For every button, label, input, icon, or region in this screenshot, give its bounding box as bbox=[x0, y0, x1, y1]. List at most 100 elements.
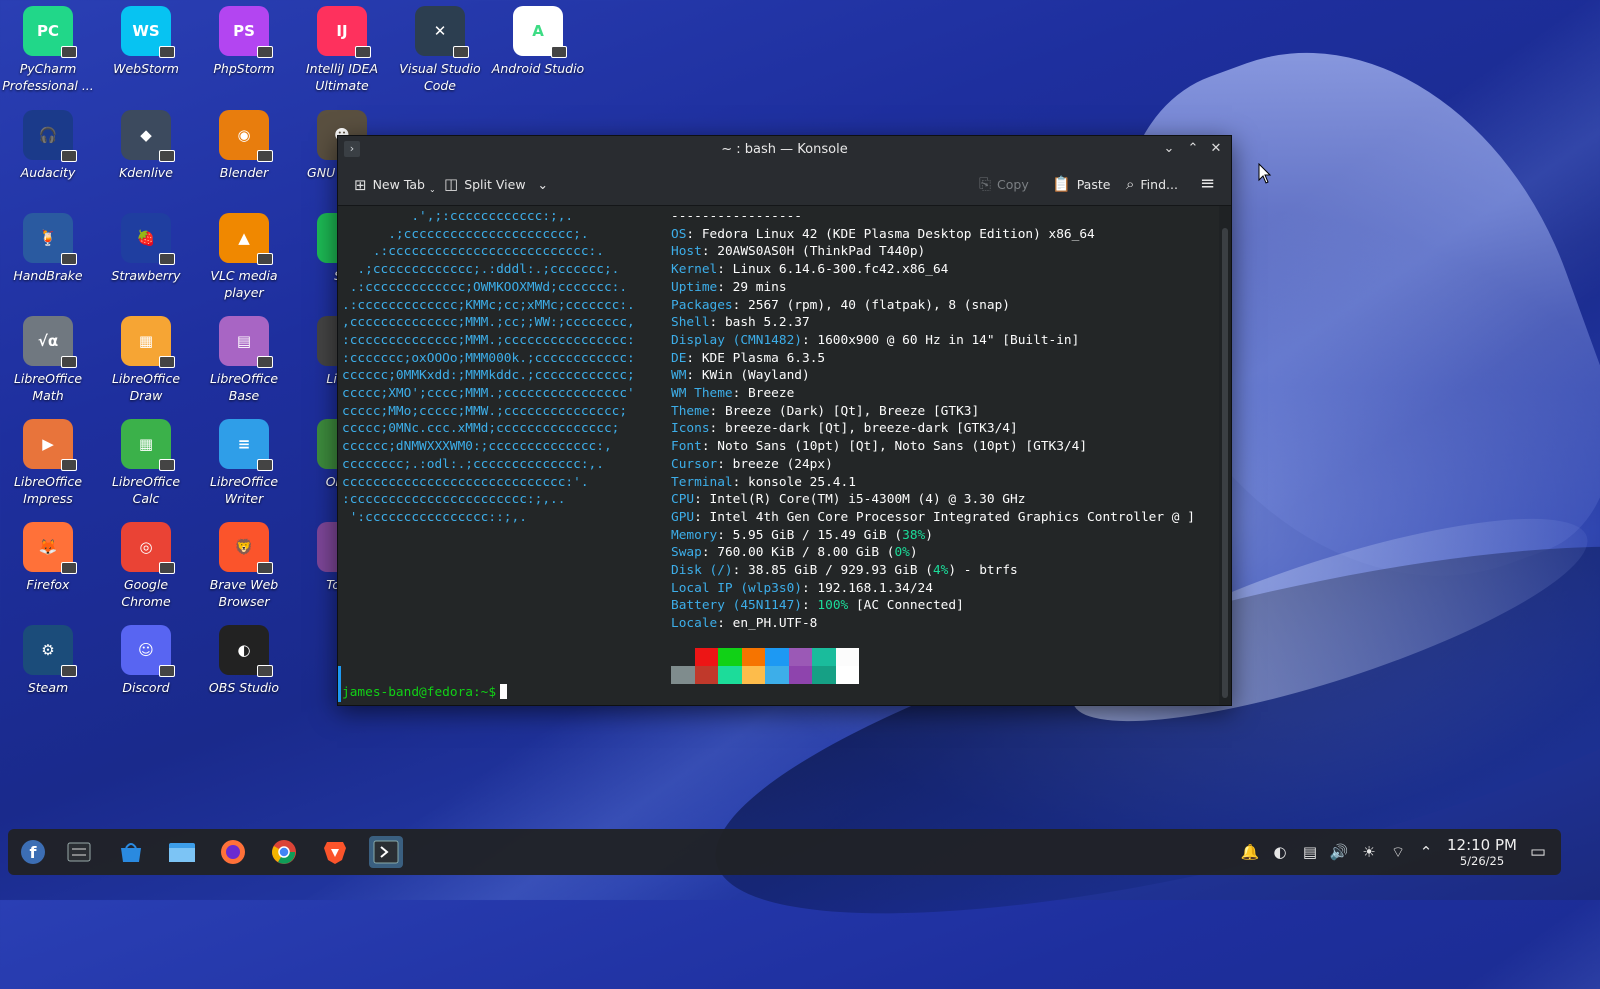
desktop-icon-brave-web-browser[interactable]: 🦁 Brave Web Browser bbox=[196, 522, 292, 610]
desktop-icon-label: HandBrake bbox=[13, 268, 83, 283]
desktop-icon-libreoffice-impress[interactable]: ▶ LibreOffice Impress bbox=[0, 419, 96, 507]
terminal-view[interactable]: .',;:cccccccccccc:;,. .;cccccccccccccccc… bbox=[338, 206, 1219, 705]
info-key: Shell bbox=[671, 315, 710, 331]
info-key: Disk (/) bbox=[671, 563, 733, 579]
palette-swatch bbox=[788, 648, 812, 666]
new-tab-menu-icon[interactable]: ⌄ bbox=[429, 185, 436, 194]
konsole-window[interactable]: › ~ : bash — Konsole ⌄ ⌃ ✕ ⊞ New Tab ⌄ ◫… bbox=[337, 135, 1232, 706]
close-button[interactable]: ✕ bbox=[1207, 140, 1225, 158]
sandbox-badge-icon bbox=[159, 665, 175, 677]
desktop-icon-label: IntelliJ IDEA Ultimate bbox=[305, 61, 379, 93]
paste-button[interactable]: 📋 Paste bbox=[1052, 175, 1110, 193]
info-line: Disk (/): 38.85 GiB / 929.93 GiB (4%) - … bbox=[671, 563, 1018, 579]
scrollbar[interactable] bbox=[1222, 228, 1228, 698]
desktop-icon-discord[interactable]: ☺ Discord bbox=[98, 625, 194, 696]
fedora-launcher-button[interactable]: f bbox=[16, 836, 50, 868]
logo-line: .;cccccccccccccccccccccc;. bbox=[342, 226, 589, 242]
chrome-taskbar-button[interactable] bbox=[267, 836, 301, 868]
desktop-icon-strawberry[interactable]: 🍓 Strawberry bbox=[98, 213, 194, 284]
sandbox-badge-icon bbox=[355, 46, 371, 58]
info-separator: ----------------- bbox=[671, 209, 802, 224]
app-icon: 🍓 bbox=[121, 213, 175, 265]
clock-date: 5/26/25 bbox=[1459, 854, 1505, 868]
fedora-launcher-icon: f bbox=[21, 840, 45, 864]
split-view-button[interactable]: ◫ Split View ⌄ bbox=[444, 175, 548, 193]
clipboard-icon[interactable]: ▤ bbox=[1300, 842, 1320, 862]
fastfetch-info: ----------------- OS: Fedora Linux 42 (KD… bbox=[671, 208, 1195, 633]
app-icon: ◉ bbox=[219, 110, 273, 162]
hamburger-menu-button[interactable]: ≡ bbox=[1200, 173, 1215, 194]
split-view-label: Split View bbox=[464, 176, 526, 192]
maximize-button[interactable]: ⌃ bbox=[1184, 140, 1202, 158]
firefox-taskbar-button[interactable] bbox=[216, 836, 250, 868]
system-settings-button[interactable] bbox=[62, 836, 96, 868]
desktop-icon-android-studio[interactable]: A Android Studio bbox=[490, 6, 586, 77]
discover-store-button[interactable] bbox=[114, 836, 148, 868]
desktop-icon-google-chrome[interactable]: ◎ Google Chrome bbox=[98, 522, 194, 610]
desktop-icon-audacity[interactable]: 🎧 Audacity bbox=[0, 110, 96, 181]
info-key: GPU bbox=[671, 509, 695, 525]
fedora-ascii-logo: .',;:cccccccccccc:;,. .;cccccccccccccccc… bbox=[342, 208, 635, 527]
desktop-icon-label: Audacity bbox=[20, 165, 76, 180]
app-icon: 🍹 bbox=[23, 213, 77, 265]
app-icon: 🦊 bbox=[23, 522, 77, 574]
app-icon: ▦ bbox=[121, 419, 175, 471]
chevron-down-icon[interactable]: ⌄ bbox=[538, 177, 548, 192]
logo-line: .:ccccccccccccc;OWMKOOXMWd;ccccccc:. bbox=[342, 279, 628, 295]
desktop-icon-phpstorm[interactable]: PS PhpStorm bbox=[196, 6, 292, 77]
desktop-icon-label: LibreOffice Calc bbox=[111, 474, 181, 506]
info-key: DE bbox=[671, 350, 687, 366]
desktop-icon-obs-studio[interactable]: ◐ OBS Studio bbox=[196, 625, 292, 696]
desktop-icon-visual-studio-code[interactable]: ✕ Visual Studio Code bbox=[392, 6, 488, 94]
desktop-icon-libreoffice-calc[interactable]: ▦ LibreOffice Calc bbox=[98, 419, 194, 507]
logo-line: .',;:cccccccccccc:;,. bbox=[342, 209, 574, 224]
desktop-icon-webstorm[interactable]: WS WebStorm bbox=[98, 6, 194, 77]
info-key: OS bbox=[671, 226, 687, 242]
logo-line: :ccccccc;oxOOOo;MMM000k.;cccccccccccc: bbox=[342, 350, 635, 366]
palette-swatch bbox=[835, 648, 859, 666]
dolphin-files-icon bbox=[169, 843, 195, 862]
desktop-icon-libreoffice-base[interactable]: ▤ LibreOffice Base bbox=[196, 316, 292, 404]
clock-time: 12:10 PM bbox=[1447, 836, 1517, 854]
svg-text:f: f bbox=[30, 843, 38, 862]
desktop-icon-vlc-media-player[interactable]: ▲ VLC media player bbox=[196, 213, 292, 301]
sandbox-badge-icon bbox=[257, 665, 273, 677]
desktop-icon-blender[interactable]: ◉ Blender bbox=[196, 110, 292, 181]
brightness-icon[interactable]: ☀ bbox=[1359, 842, 1379, 862]
desktop-icon-pycharm-professional[interactable]: PC PyCharm Professional ... bbox=[0, 6, 96, 94]
info-line: Cursor: breeze (24px) bbox=[671, 456, 833, 472]
desktop-icon-steam[interactable]: ⚙ Steam bbox=[0, 625, 96, 696]
desktop-icon-libreoffice-math[interactable]: √α LibreOffice Math bbox=[0, 316, 96, 404]
desktop-icon-intellij-idea-ultimate[interactable]: IJ IntelliJ IDEA Ultimate bbox=[294, 6, 390, 94]
dolphin-files-button[interactable] bbox=[165, 836, 199, 868]
info-line: Swap: 760.00 KiB / 8.00 GiB (0%) bbox=[671, 545, 918, 561]
desktop-icon-kdenlive[interactable]: ◆ Kdenlive bbox=[98, 110, 194, 181]
copy-button[interactable]: ⎘ Copy bbox=[979, 175, 1029, 193]
sandbox-badge-icon bbox=[257, 150, 273, 162]
new-tab-icon: ⊞ bbox=[354, 175, 367, 194]
tray-expand-icon[interactable]: ⌃ bbox=[1416, 842, 1436, 862]
desktop-icon-firefox[interactable]: 🦊 Firefox bbox=[0, 522, 96, 593]
notifications-icon[interactable]: 🔔 bbox=[1240, 842, 1260, 862]
app-icon: ▦ bbox=[121, 316, 175, 368]
desktop-icon-libreoffice-draw[interactable]: ▦ LibreOffice Draw bbox=[98, 316, 194, 404]
palette-swatch bbox=[718, 666, 742, 684]
clock[interactable]: 12:10 PM 5/26/25 bbox=[1442, 836, 1522, 869]
app-icon: PC bbox=[23, 6, 77, 58]
new-tab-button[interactable]: ⊞ New Tab ⌄ bbox=[354, 175, 436, 195]
volume-icon[interactable]: 🔊 bbox=[1329, 842, 1349, 862]
update-icon[interactable]: ◐ bbox=[1270, 842, 1290, 862]
desktop-icon-handbrake[interactable]: 🍹 HandBrake bbox=[0, 213, 96, 284]
find-button[interactable]: ⌕ Find... bbox=[1126, 175, 1178, 193]
title-bar[interactable]: › ~ : bash — Konsole ⌄ ⌃ ✕ bbox=[338, 136, 1231, 163]
minimize-button[interactable]: ⌄ bbox=[1160, 140, 1178, 158]
brave-taskbar-button[interactable] bbox=[318, 836, 352, 868]
palette-swatch bbox=[765, 666, 789, 684]
search-icon: ⌕ bbox=[1126, 175, 1135, 193]
konsole-icon bbox=[373, 840, 399, 864]
shell-prompt[interactable]: james-band@fedora:~$ bbox=[342, 684, 508, 702]
desktop-icon-libreoffice-writer[interactable]: ≡ LibreOffice Writer bbox=[196, 419, 292, 507]
show-desktop-icon[interactable]: ▭ bbox=[1528, 842, 1548, 862]
wifi-icon[interactable]: ⌔ bbox=[1388, 842, 1408, 862]
konsole-taskbar-button[interactable] bbox=[369, 836, 403, 868]
